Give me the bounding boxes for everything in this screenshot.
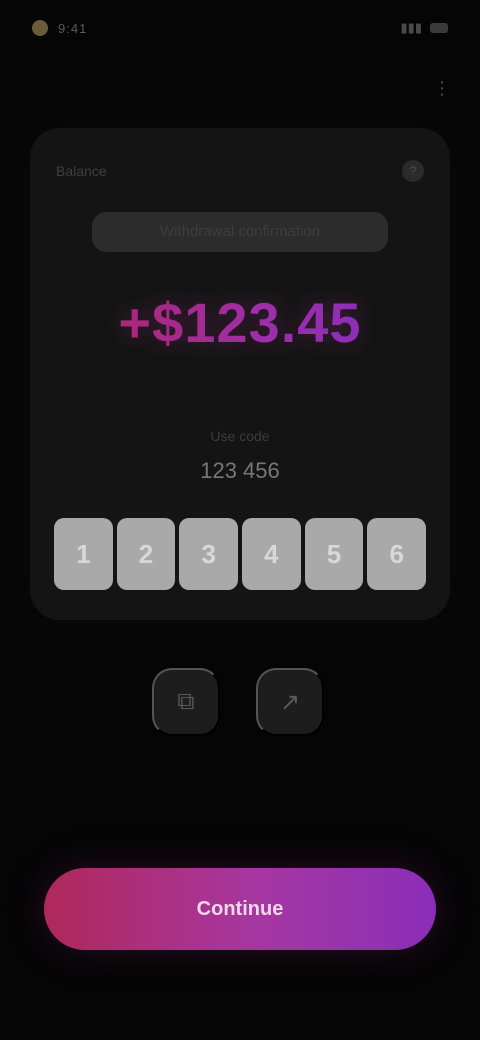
code-digit-3[interactable]: 3 [179, 518, 239, 590]
signal-icon: ▮▮▮ [400, 20, 422, 35]
status-time: 9:41 [58, 20, 88, 36]
status-indicator [32, 20, 48, 36]
copy-icon: ⧉ [177, 688, 195, 715]
code-digit-4[interactable]: 4 [242, 518, 301, 590]
status-left: 9:41 [32, 20, 87, 36]
help-icon[interactable]: ? [402, 160, 424, 182]
battery-icon [430, 23, 448, 33]
share-button[interactable]: ↗ [256, 668, 324, 736]
code-summary: 123 456 [200, 458, 280, 483]
share-icon: ↗ [279, 688, 301, 716]
card-title: Withdrawal confirmation [92, 212, 388, 252]
code-caption: Use code [210, 428, 270, 444]
code-digit-6[interactable]: 6 [367, 518, 427, 590]
copy-button[interactable]: ⧉ [152, 668, 220, 736]
confirmation-card: Balance ? Withdrawal confirmation +$123.… [30, 128, 450, 620]
status-right: ▮▮▮ [401, 20, 448, 36]
continue-button[interactable]: Continue [44, 868, 436, 950]
card-label: Balance [56, 163, 107, 179]
code-digit-2[interactable]: 2 [116, 518, 176, 590]
code-digit-1[interactable]: 1 [54, 518, 113, 590]
code-input-row[interactable]: 1 2 3 4 5 6 [54, 518, 427, 590]
code-digit-5[interactable]: 5 [304, 518, 364, 590]
amount-value: +$123.45 [30, 290, 450, 355]
status-bar: 9:41 ▮▮▮ [0, 0, 480, 56]
card-header: Balance ? [56, 156, 424, 186]
more-icon[interactable]: ⋮ [430, 78, 454, 102]
